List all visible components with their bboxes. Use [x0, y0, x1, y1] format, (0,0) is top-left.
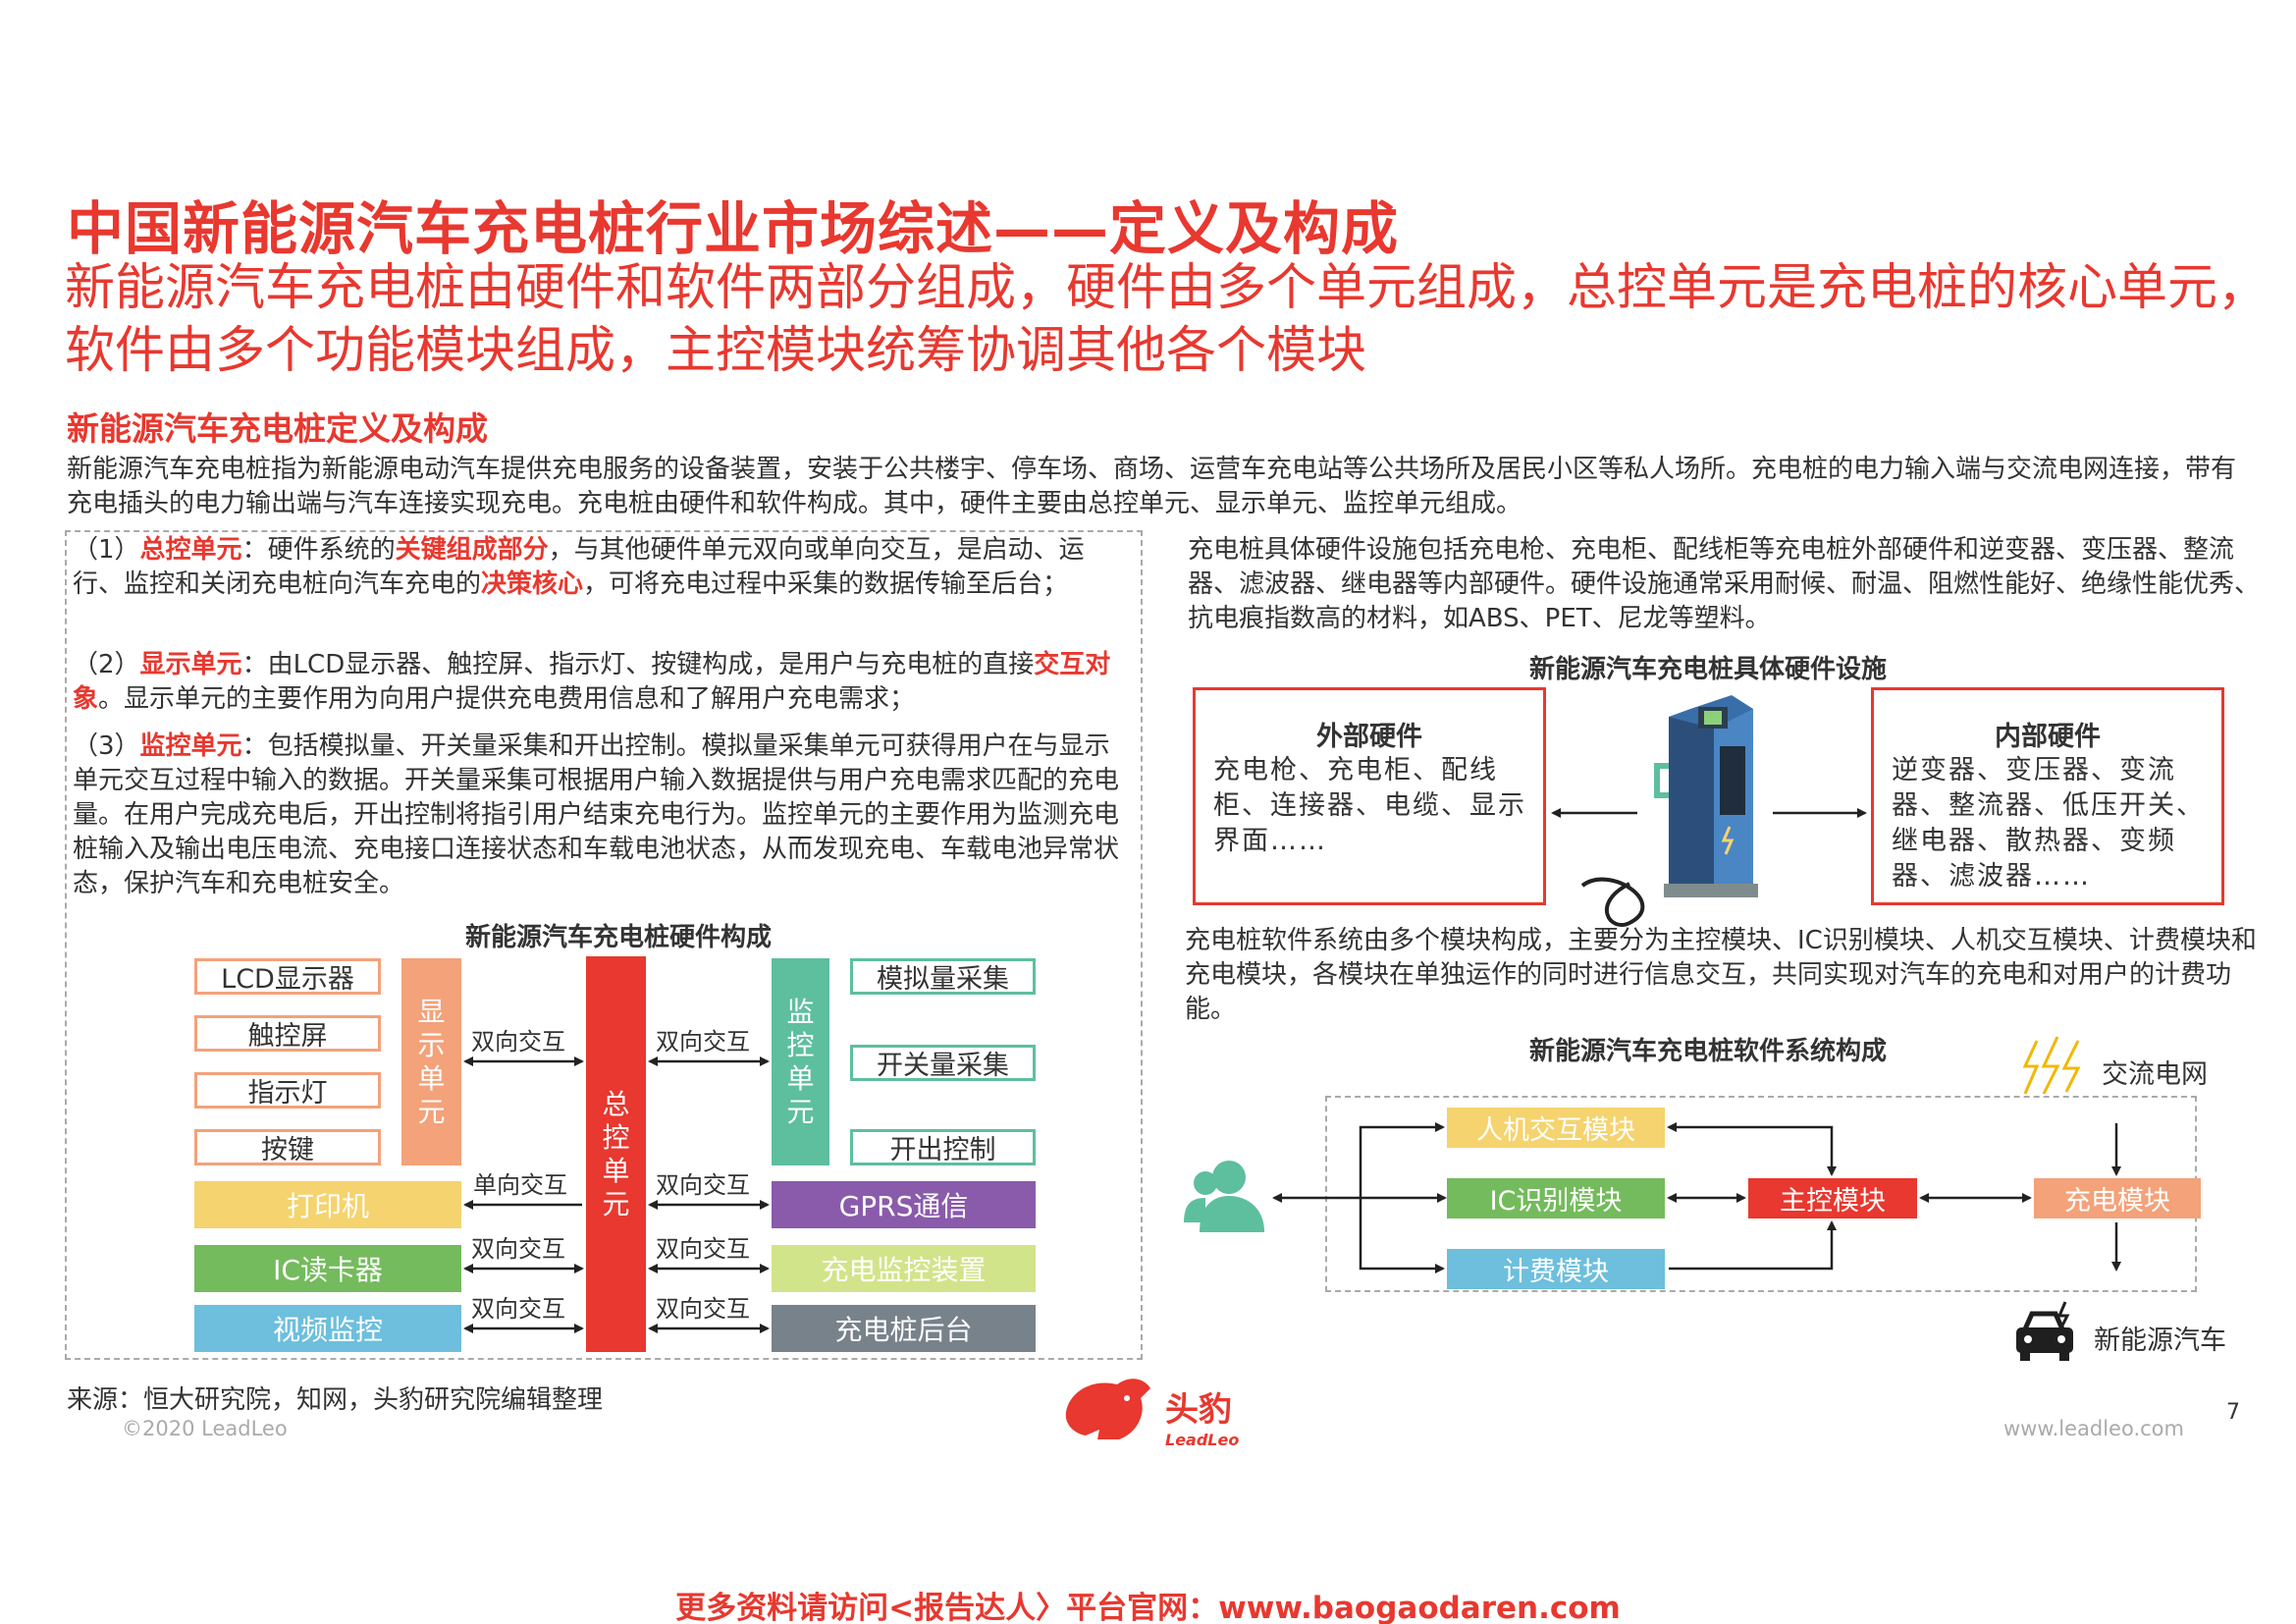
charging-pile-icon	[1580, 695, 1758, 927]
software-arrows	[1272, 1122, 2121, 1273]
arrow-user-hmi	[1359, 1122, 1445, 1198]
leadleo-logo-icon	[1065, 1379, 1150, 1439]
car-icon	[2016, 1301, 2073, 1361]
arrow-billing-main	[1669, 1220, 1837, 1271]
diagram-graphics	[463, 695, 2121, 1439]
lightning-icon	[2022, 1036, 2081, 1095]
hardware-arrows	[463, 1056, 770, 1333]
arrow-user-billing	[1359, 1198, 1445, 1273]
arrow-hmi-main	[1667, 1122, 1837, 1176]
user-icon	[1184, 1161, 1264, 1232]
